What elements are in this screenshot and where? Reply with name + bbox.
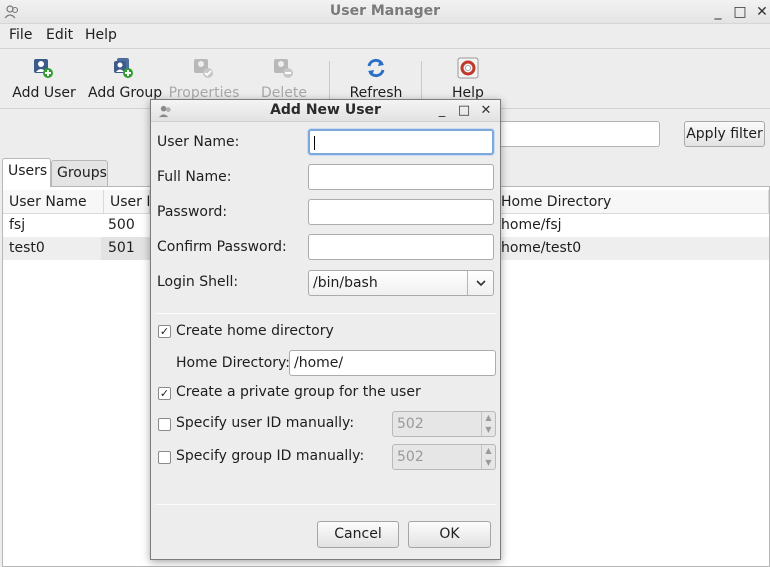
login-shell-value: /bin/bash bbox=[313, 275, 378, 291]
specify-uid-checkbox[interactable] bbox=[158, 418, 171, 431]
add-user-button[interactable]: Add User bbox=[8, 49, 80, 107]
specify-gid-label[interactable]: Specify group ID manually: bbox=[176, 448, 364, 464]
create-home-checkbox[interactable]: ✓ bbox=[158, 325, 171, 338]
table-cell-user-id: 501 bbox=[101, 237, 150, 260]
tab-users[interactable]: Users bbox=[2, 158, 51, 187]
search-filter-input[interactable] bbox=[495, 121, 660, 147]
check-icon: ✓ bbox=[159, 325, 170, 338]
login-shell-dropdown[interactable]: /bin/bash bbox=[308, 270, 494, 296]
full-name-input[interactable] bbox=[308, 164, 494, 190]
table-cell-user-name: test0 bbox=[9, 240, 45, 256]
confirm-password-input[interactable] bbox=[308, 234, 494, 260]
toolbar-separator bbox=[421, 61, 422, 101]
table-cell-home: home/test0 bbox=[501, 240, 582, 256]
dialog-close-button[interactable]: ✕ bbox=[477, 101, 495, 121]
column-header-home-directory[interactable]: Home Directory bbox=[501, 190, 769, 214]
separator bbox=[155, 313, 496, 314]
table-cell-user-name: fsj bbox=[9, 217, 26, 233]
apply-filter-button[interactable]: Apply filter bbox=[684, 121, 765, 147]
column-header-user-id[interactable]: User ID bbox=[104, 190, 150, 214]
table-cell-home: home/fsj bbox=[501, 217, 562, 233]
stepper-up-icon[interactable]: ▲ bbox=[482, 445, 495, 457]
menubar: File Edit Help bbox=[0, 24, 770, 49]
stepper-down-icon[interactable]: ▼ bbox=[482, 424, 495, 436]
minimize-button[interactable]: _ bbox=[708, 2, 728, 22]
dialog-minimize-button[interactable]: _ bbox=[433, 101, 451, 121]
tab-groups[interactable]: Groups bbox=[51, 160, 108, 186]
ok-button[interactable]: OK bbox=[408, 521, 491, 548]
home-directory-input[interactable]: /home/ bbox=[289, 350, 496, 376]
user-id-stepper[interactable]: 502 ▲ ▼ bbox=[392, 411, 496, 437]
add-user-icon bbox=[34, 59, 53, 78]
home-directory-label: Home Directory: bbox=[176, 355, 291, 371]
user-name-input[interactable] bbox=[308, 129, 494, 155]
dialog-titlebar: Add New User _ □ ✕ bbox=[151, 100, 500, 122]
stepper-buttons: ▲ ▼ bbox=[481, 412, 495, 436]
column-header-user-name[interactable]: User Name bbox=[3, 190, 104, 214]
group-id-stepper[interactable]: 502 ▲ ▼ bbox=[392, 444, 496, 470]
confirm-password-label: Confirm Password: bbox=[157, 239, 287, 255]
maximize-button[interactable]: □ bbox=[730, 2, 750, 22]
add-new-user-dialog: Add New User _ □ ✕ User Name: Full Name:… bbox=[150, 99, 501, 560]
user-id-value: 502 bbox=[397, 416, 424, 432]
menu-help[interactable]: Help bbox=[85, 27, 117, 43]
text-caret bbox=[314, 136, 315, 150]
dialog-maximize-button[interactable]: □ bbox=[455, 101, 473, 121]
private-group-label[interactable]: Create a private group for the user bbox=[176, 384, 421, 400]
login-shell-label: Login Shell: bbox=[157, 274, 239, 290]
stepper-up-icon[interactable]: ▲ bbox=[482, 412, 495, 424]
toolbar-separator bbox=[329, 61, 330, 101]
password-label: Password: bbox=[157, 204, 228, 220]
group-id-value: 502 bbox=[397, 449, 424, 465]
menu-edit[interactable]: Edit bbox=[46, 27, 73, 43]
private-group-checkbox[interactable]: ✓ bbox=[158, 387, 171, 400]
properties-icon bbox=[194, 59, 213, 78]
specify-gid-checkbox[interactable] bbox=[158, 451, 171, 464]
user-name-label: User Name: bbox=[157, 134, 240, 150]
cancel-button[interactable]: Cancel bbox=[317, 521, 399, 548]
add-user-label: Add User bbox=[12, 85, 76, 101]
main-titlebar: User Manager _ □ ✕ bbox=[0, 0, 770, 24]
menu-file[interactable]: File bbox=[9, 27, 32, 43]
full-name-label: Full Name: bbox=[157, 169, 232, 185]
chevron-down-icon bbox=[476, 280, 486, 287]
help-lifebuoy-icon bbox=[457, 57, 479, 79]
check-icon: ✓ bbox=[159, 387, 170, 400]
add-group-icon bbox=[114, 58, 133, 78]
separator bbox=[155, 504, 496, 505]
dropdown-toggle[interactable] bbox=[467, 271, 493, 295]
table-cell-user-id: 500 bbox=[108, 217, 135, 233]
stepper-buttons: ▲ ▼ bbox=[481, 445, 495, 469]
close-button[interactable]: ✕ bbox=[752, 2, 770, 22]
password-input[interactable] bbox=[308, 199, 494, 225]
create-home-label[interactable]: Create home directory bbox=[176, 323, 334, 339]
specify-uid-label[interactable]: Specify user ID manually: bbox=[176, 415, 354, 431]
delete-icon bbox=[274, 59, 293, 78]
window-title: User Manager bbox=[329, 3, 441, 19]
refresh-icon bbox=[367, 58, 385, 78]
stepper-down-icon[interactable]: ▼ bbox=[482, 457, 495, 469]
